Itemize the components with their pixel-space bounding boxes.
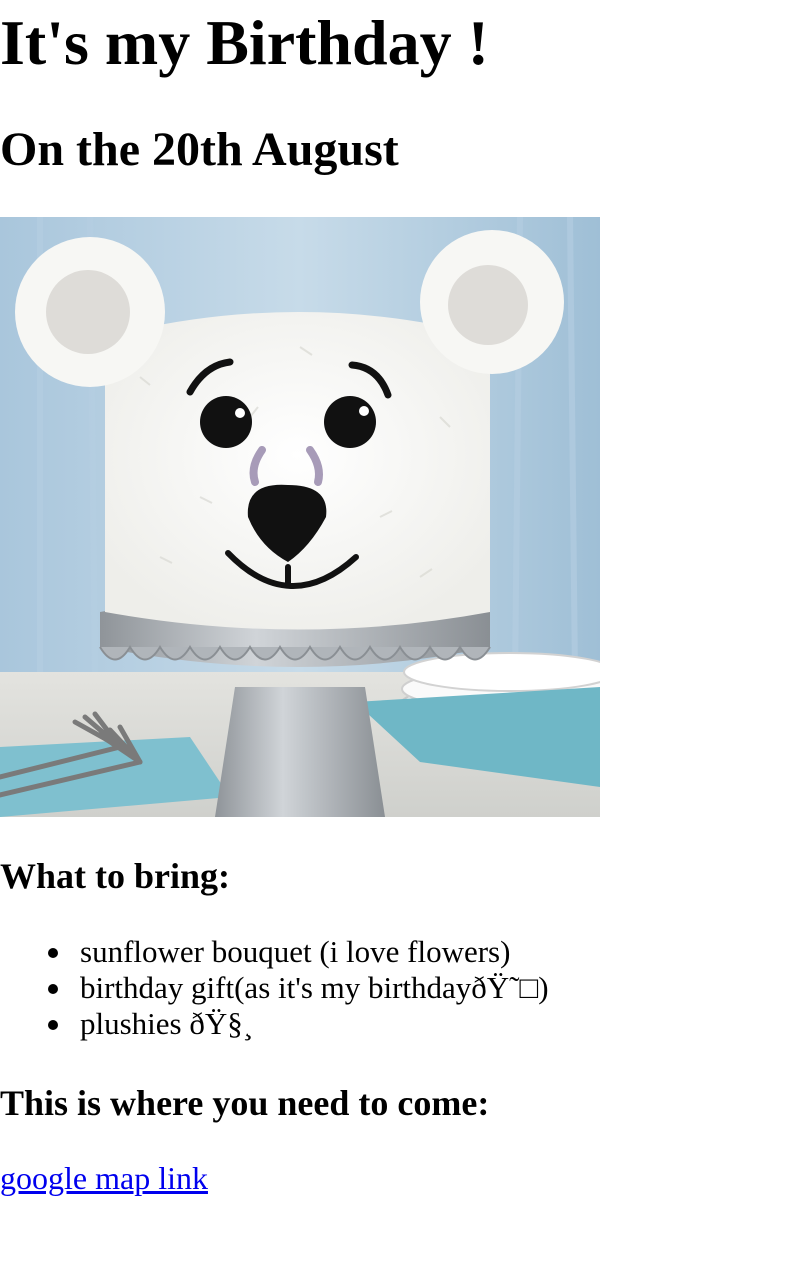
list-item-label: sunflower bouquet (i love flowers) (80, 934, 511, 969)
bring-heading: What to bring: (0, 856, 231, 896)
list-item: sunflower bouquet (i love flowers) (48, 934, 549, 970)
cake-photo (0, 217, 600, 817)
page-title: It's my Birthday ! (0, 7, 489, 78)
list-item: plushies ðŸ§¸ (48, 1006, 549, 1042)
bullet-icon (48, 984, 58, 994)
list-item-label: plushies ðŸ§¸ (80, 1006, 254, 1041)
bullet-icon (48, 1020, 58, 1030)
bring-list: sunflower bouquet (i love flowers) birth… (0, 934, 549, 1042)
page-subtitle: On the 20th August (0, 123, 399, 176)
bullet-icon (48, 948, 58, 958)
list-item-label: birthday gift(as it's my birthdayðŸ˜□) (80, 970, 549, 1005)
location-heading: This is where you need to come: (0, 1083, 490, 1123)
list-item: birthday gift(as it's my birthdayðŸ˜□) (48, 970, 549, 1006)
google-map-link[interactable]: google map link (0, 1158, 208, 1198)
